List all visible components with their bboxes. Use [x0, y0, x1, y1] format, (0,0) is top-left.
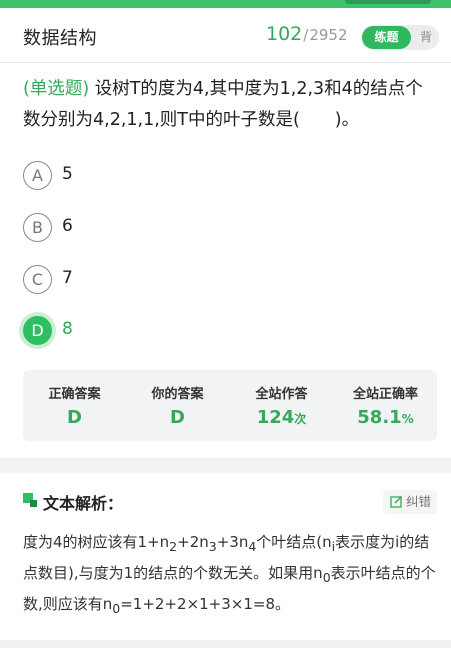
- option-text: 5: [62, 164, 73, 184]
- option-letter-badge: C: [23, 265, 52, 294]
- option-text: 7: [62, 268, 73, 288]
- mode-memorize-tab[interactable]: 背: [415, 26, 437, 49]
- option-text: 8: [62, 319, 73, 339]
- stat-total-attempts: 全站作答 124次: [230, 370, 333, 441]
- stat-value: D: [67, 407, 82, 428]
- stat-label: 正确答案: [48, 387, 101, 402]
- mode-practice-tab[interactable]: 练题: [362, 26, 411, 49]
- green-square-icon: [23, 493, 37, 507]
- progress-separator: /: [303, 26, 309, 44]
- question-header: 数据结构 102/2952 练题 背: [0, 8, 451, 63]
- option-letter-badge: A: [23, 161, 52, 190]
- stat-correct-answer: 正确答案 D: [23, 370, 126, 441]
- stat-value: D: [170, 407, 185, 428]
- question-progress: 102/2952: [266, 23, 348, 45]
- progress-total: 2952: [309, 26, 348, 44]
- stat-label: 你的答案: [151, 387, 204, 402]
- option-a[interactable]: A 5: [23, 161, 323, 193]
- top-accent-pill: [345, 0, 431, 4]
- analysis-section: 文本解析： 纠错 度为4的树应该有1+n2+2n3+3n4个叶结点(ni表示度为…: [0, 473, 451, 648]
- analysis-body: 度为4的树应该有1+n2+2n3+3n4个叶结点(ni表示度为i的结点数目),与…: [23, 533, 436, 616]
- stat-label: 全站作答: [255, 387, 308, 402]
- option-text: 6: [62, 216, 73, 236]
- question-type-tag: (单选题): [23, 79, 90, 99]
- analysis-title: 文本解析：: [43, 494, 124, 513]
- stat-your-answer: 你的答案 D: [126, 370, 229, 441]
- report-error-label: 纠错: [406, 494, 432, 509]
- option-b[interactable]: B 6: [23, 213, 323, 245]
- question-text: (单选题) 设树T的度为4,其中度为1,2,3和4的结点个数分别为4,2,1,1…: [23, 74, 433, 136]
- edit-icon: [390, 495, 403, 508]
- mode-switch[interactable]: 练题 背: [361, 25, 439, 50]
- option-d[interactable]: D 8: [23, 316, 323, 348]
- top-accent-bar: [0, 0, 451, 8]
- option-letter-badge: D: [23, 316, 52, 345]
- stat-accuracy-rate: 全站正确率 58.1%: [334, 370, 437, 441]
- subject-title: 数据结构: [23, 28, 97, 49]
- report-error-button[interactable]: 纠错: [383, 490, 437, 514]
- option-c[interactable]: C 7: [23, 265, 323, 297]
- stat-value: 58.1%: [357, 407, 414, 428]
- question-card: 数据结构 102/2952 练题 背 (单选题) 设树T的度为4,其中度为1,2…: [0, 8, 451, 458]
- bottom-strip: [0, 640, 451, 648]
- option-letter-badge: B: [23, 213, 52, 242]
- stat-value: 124次: [256, 407, 307, 428]
- progress-current: 102: [266, 23, 303, 45]
- answer-stats-panel: 正确答案 D 你的答案 D 全站作答 124次 全站正确率 58.1%: [23, 370, 437, 441]
- stat-label: 全站正确率: [352, 387, 418, 402]
